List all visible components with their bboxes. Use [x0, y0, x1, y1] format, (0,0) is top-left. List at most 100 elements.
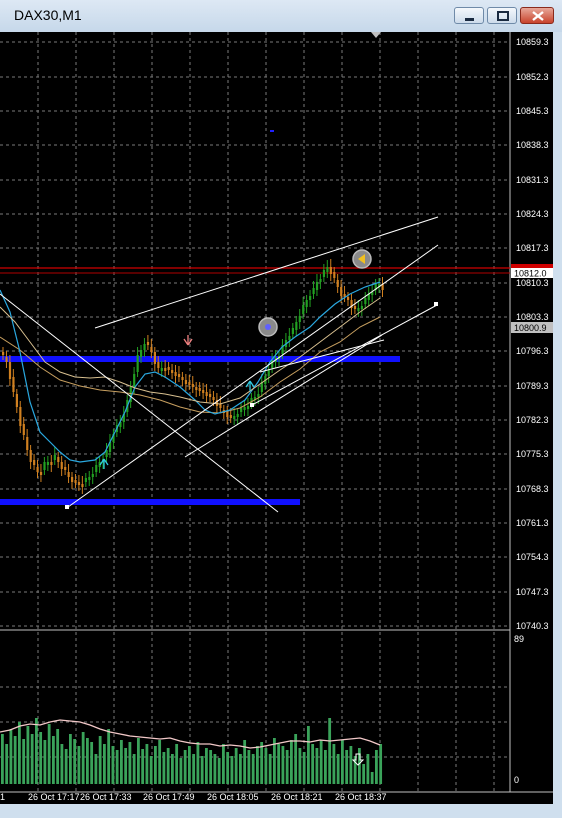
candle-body: [71, 477, 74, 482]
volume-bar: [222, 744, 225, 784]
candle-body: [295, 322, 298, 330]
candle-body: [267, 370, 270, 376]
minimize-button[interactable]: [454, 7, 484, 24]
volume-bar: [200, 756, 204, 784]
candle-body: [305, 300, 308, 307]
svg-text:10812.0: 10812.0: [514, 269, 547, 279]
volume-bar: [217, 758, 221, 784]
volume-bar: [171, 754, 174, 784]
volume-bar: [379, 744, 383, 784]
candle-body: [340, 287, 343, 296]
candle-body: [205, 392, 208, 396]
volume-bar: [137, 738, 140, 784]
time-scale: 1 26 Oct 17:17 26 Oct 17:33 26 Oct 17:49 26 …: [0, 792, 387, 802]
volume-bar: [162, 752, 166, 784]
candle-body: [233, 416, 236, 419]
volume-bar: [115, 750, 119, 784]
candle-body: [360, 306, 363, 309]
support-band-lower[interactable]: [0, 499, 300, 505]
candle-body: [36, 467, 39, 472]
close-icon: [532, 11, 544, 21]
candle-body: [164, 368, 167, 371]
price-label: 10817.3: [516, 243, 549, 253]
volume-bar: [277, 744, 281, 784]
candle-body: [143, 344, 146, 350]
price-label: 10740.3: [516, 621, 549, 631]
time-label: 26 Oct 18:37: [335, 792, 387, 802]
volume-bar: [209, 750, 213, 784]
candle-body: [74, 480, 77, 483]
current-price-tag: 10812.0: [511, 264, 553, 279]
candle-body: [226, 412, 229, 417]
maximize-button[interactable]: [487, 7, 517, 24]
title-bar[interactable]: DAX30,M1: [0, 0, 562, 33]
price-scale: 10859.3 10852.3 10845.3 10838.3 10831.3 10824…: [516, 37, 549, 631]
price-label: 10775.3: [516, 449, 549, 459]
volume-bar: [260, 742, 264, 784]
candle-body: [212, 397, 215, 400]
price-label: 10852.3: [516, 72, 549, 82]
volume-bar: [302, 752, 306, 784]
candle-body: [60, 462, 63, 469]
price-chart[interactable]: 10859.3 10852.3 10845.3 10838.3 10831.3 10824…: [0, 32, 553, 804]
volume-bar: [226, 752, 230, 784]
svg-text:10800.9: 10800.9: [514, 323, 547, 333]
volume-bar: [375, 750, 378, 784]
candle-body: [353, 306, 357, 309]
candle-body: [191, 384, 194, 387]
volume-bar: [341, 740, 344, 784]
candle-body: [26, 437, 29, 450]
price-label: 10796.3: [516, 346, 549, 356]
candle-body: [347, 297, 350, 300]
candle-body: [202, 390, 205, 393]
candle-body: [53, 455, 56, 460]
volume-bar: [247, 750, 251, 784]
price-label: 10761.3: [516, 518, 549, 528]
candle-body: [33, 460, 36, 465]
price-label: 10831.3: [516, 175, 549, 185]
close-button[interactable]: [520, 7, 554, 24]
volume-bar: [366, 754, 370, 784]
price-label: 10838.3: [516, 140, 549, 150]
window-right-border: [553, 32, 562, 804]
volume-bar: [251, 754, 255, 784]
candle-body: [229, 415, 232, 418]
candle-body: [357, 308, 360, 311]
candle-body: [336, 280, 339, 287]
price-label: 10845.3: [516, 106, 549, 116]
trendline-anchor[interactable]: [65, 505, 69, 509]
candle-body: [8, 362, 12, 379]
volume-bar: [370, 772, 374, 784]
volume-bar: [281, 746, 285, 784]
time-label: 26 Oct 18:05: [207, 792, 259, 802]
time-label: 26 Oct 17:49: [143, 792, 195, 802]
candle-body: [46, 462, 50, 465]
volume-bar: [56, 729, 60, 784]
volume-bar: [345, 750, 349, 784]
candle-body: [146, 342, 150, 345]
window-bottom-border: [0, 804, 562, 818]
price-label: 10768.3: [516, 484, 549, 494]
candle-body: [91, 474, 94, 477]
trendline-anchor[interactable]: [434, 302, 438, 306]
candle-body: [95, 465, 98, 472]
volume-bar: [328, 718, 332, 784]
volume-bar: [234, 748, 238, 784]
candle-body: [167, 367, 170, 370]
price-label: 10782.3: [516, 415, 549, 425]
volume-bar: [128, 742, 132, 784]
candle-body: [198, 388, 201, 391]
candle-body: [150, 347, 153, 352]
trendline-anchor[interactable]: [250, 403, 254, 407]
volume-bar: [22, 739, 26, 784]
price-label: 10789.3: [516, 381, 549, 391]
candle-body: [177, 374, 181, 377]
volume-bar: [111, 746, 115, 784]
volume-bar: [145, 744, 149, 784]
candle-body: [312, 288, 315, 294]
volume-bar: [47, 724, 51, 784]
volume-bar: [13, 736, 17, 784]
price-label: 10747.3: [516, 587, 549, 597]
volume-bar: [230, 756, 234, 784]
volume-max-label: 89: [514, 634, 524, 644]
